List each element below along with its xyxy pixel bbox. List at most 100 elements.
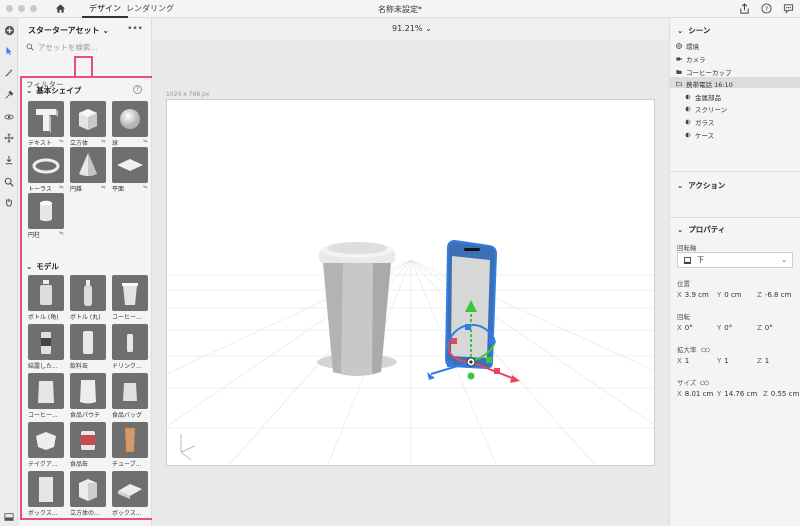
asset-label: 立方体の... bbox=[70, 510, 100, 517]
scene-item-glass[interactable]: ガラス bbox=[685, 117, 714, 127]
asset-label: 結露した... bbox=[28, 363, 58, 370]
rotation-y-field[interactable]: Y 0° bbox=[717, 324, 757, 332]
asset-tile-sphere[interactable]: 球 ≒ bbox=[112, 101, 148, 147]
asset-label: テキスト bbox=[28, 140, 52, 147]
more-options-icon[interactable]: ••• bbox=[127, 24, 143, 34]
models-grid: ボトル (角) ボトル (丸) コーヒー... 結露した... 飲料缶 ドリンク… bbox=[28, 275, 148, 517]
properties-header[interactable]: ⌄ プロパティ bbox=[677, 224, 725, 235]
settings-icon[interactable]: ≒ bbox=[101, 138, 106, 147]
size-y-field[interactable]: Y 14.76 cm bbox=[717, 390, 763, 398]
camera-icon bbox=[676, 57, 682, 61]
asset-tile-box-1[interactable]: ボックス... bbox=[28, 471, 64, 517]
asset-tile-cone[interactable]: 円錐 ≒ bbox=[70, 147, 106, 193]
rotation-label: 回転 bbox=[677, 313, 690, 321]
size-z-field[interactable]: Z 0.55 cm bbox=[763, 390, 800, 398]
link-icon[interactable] bbox=[700, 380, 710, 386]
asset-tile-cylinder[interactable]: 円柱 ≒ bbox=[28, 193, 64, 239]
asset-tile-tube[interactable]: チューブ... bbox=[112, 422, 148, 468]
asset-label: 食品バッグ bbox=[112, 412, 143, 419]
scene-item-phone[interactable]: 携帯電話 16:10 bbox=[676, 79, 733, 89]
add-asset-icon[interactable] bbox=[3, 24, 15, 36]
asset-tile-takeout-box[interactable]: テイクア... bbox=[28, 422, 64, 468]
asset-tile-food-can[interactable]: 食品缶 bbox=[70, 422, 106, 468]
magic-select-icon[interactable] bbox=[3, 67, 15, 79]
scene-item-camera[interactable]: カメラ bbox=[676, 54, 706, 64]
scale-z-field[interactable]: Z1 bbox=[757, 357, 797, 365]
hand-tool-icon[interactable] bbox=[3, 196, 15, 208]
help-icon[interactable]: ? bbox=[761, 3, 772, 14]
cube-thumbnail bbox=[70, 101, 106, 137]
pan-tool-icon[interactable] bbox=[3, 132, 15, 144]
asset-label: 飲料缶 bbox=[70, 363, 89, 370]
panel-toggle-icon[interactable] bbox=[3, 511, 15, 523]
axis-indicator-icon bbox=[180, 434, 196, 461]
asset-tile-food-pouch[interactable]: 食品パウチ bbox=[70, 373, 106, 419]
asset-tile-drink[interactable]: ドリンク... bbox=[112, 324, 148, 370]
coffee-cup-thumbnail bbox=[112, 275, 148, 311]
rotation-z-field[interactable]: Z 0° bbox=[757, 324, 797, 332]
size-x-field[interactable]: X 8.01 cm bbox=[677, 390, 717, 398]
drop-tool-icon[interactable] bbox=[3, 154, 15, 166]
asset-tile-torus[interactable]: トーラス ≒ bbox=[28, 147, 64, 193]
settings-icon[interactable]: ≒ bbox=[101, 184, 106, 193]
scene-header[interactable]: ⌄ シーン bbox=[677, 25, 710, 36]
position-z-field[interactable]: Z -6.8 cm bbox=[757, 291, 797, 299]
asset-tile-bottle-square[interactable]: ボトル (角) bbox=[28, 275, 64, 321]
asset-label: 円柱 bbox=[28, 232, 41, 239]
3d-viewport[interactable] bbox=[166, 99, 655, 466]
box-thumbnail bbox=[70, 471, 106, 507]
share-icon[interactable] bbox=[739, 3, 750, 14]
sample-tool-icon[interactable] bbox=[3, 89, 15, 101]
pivot-dropdown[interactable]: 下 ⌄ bbox=[677, 252, 793, 268]
zoom-dropdown[interactable]: 91.21% ⌄ bbox=[392, 24, 432, 33]
settings-icon[interactable]: ≒ bbox=[59, 230, 64, 239]
feedback-icon[interactable] bbox=[783, 3, 794, 14]
scene-render bbox=[167, 239, 654, 465]
asset-label: ボックス... bbox=[112, 510, 142, 517]
scene-item-metal-parts[interactable]: 金属部品 bbox=[685, 92, 721, 102]
basic-shapes-header[interactable]: ⌄ 基本シェイプ bbox=[26, 85, 81, 96]
position-y-field[interactable]: Y0 cm bbox=[717, 291, 757, 299]
box-thumbnail bbox=[28, 471, 64, 507]
search-input[interactable]: アセットを検索... bbox=[38, 42, 98, 53]
settings-icon[interactable]: ≒ bbox=[59, 138, 64, 147]
asset-tile-box-2[interactable]: ボックス... bbox=[112, 471, 148, 517]
asset-tile-bottle-round[interactable]: ボトル (丸) bbox=[70, 275, 106, 321]
chevron-down-icon: ⌄ bbox=[26, 86, 33, 95]
scale-y-field[interactable]: Y1 bbox=[717, 357, 757, 365]
orbit-tool-icon[interactable] bbox=[3, 111, 15, 123]
asset-tile-text[interactable]: テキスト ≒ bbox=[28, 101, 64, 147]
tool-bar bbox=[0, 18, 18, 526]
chevron-down-icon: ⌄ bbox=[677, 181, 684, 190]
models-header[interactable]: ⌄ モデル bbox=[26, 261, 59, 272]
scene-item-environment[interactable]: 環境 bbox=[676, 41, 699, 51]
asset-tile-coffee-bag[interactable]: コーヒー... bbox=[28, 373, 64, 419]
assets-panel-title[interactable]: スターターアセット ⌄ bbox=[28, 25, 109, 36]
link-icon[interactable] bbox=[700, 347, 710, 353]
scene-item-coffee-cup[interactable]: コーヒーカップ bbox=[676, 67, 732, 77]
asset-tile-cube[interactable]: 立方体 ≒ bbox=[70, 101, 106, 147]
settings-icon[interactable]: ≒ bbox=[143, 138, 148, 147]
info-icon[interactable]: ? bbox=[133, 85, 142, 94]
asset-tile-coffee-cup[interactable]: コーヒー... bbox=[112, 275, 148, 321]
asset-tile-cube-box[interactable]: 立方体の... bbox=[70, 471, 106, 517]
settings-icon[interactable]: ≒ bbox=[143, 184, 148, 193]
asset-tile-food-bag[interactable]: 食品バッグ bbox=[112, 373, 148, 419]
position-x-field[interactable]: X 3.9 cm bbox=[677, 291, 717, 299]
scale-x-field[interactable]: X1 bbox=[677, 357, 717, 365]
chevron-down-icon[interactable]: ⌄ bbox=[102, 26, 109, 35]
asset-tile-beverage-can[interactable]: 飲料缶 bbox=[70, 324, 106, 370]
tube-thumbnail bbox=[112, 422, 148, 458]
settings-icon[interactable]: ≒ bbox=[59, 184, 64, 193]
scene-item-case[interactable]: ケース bbox=[685, 130, 714, 140]
actions-header[interactable]: ⌄ アクション bbox=[677, 180, 725, 191]
asset-tile-plane[interactable]: 平面 ≒ bbox=[112, 147, 148, 193]
select-tool-icon[interactable] bbox=[3, 45, 15, 57]
zoom-tool-icon[interactable] bbox=[3, 176, 15, 188]
asset-label: トーラス bbox=[28, 186, 52, 193]
rotation-x-field[interactable]: X 0° bbox=[677, 324, 717, 332]
search-field[interactable]: アセットを検索... bbox=[26, 41, 144, 53]
scene-item-screen[interactable]: スクリーン bbox=[685, 104, 727, 114]
asset-tile-condensed-can[interactable]: 結露した... bbox=[28, 324, 64, 370]
folder-icon bbox=[676, 70, 682, 74]
